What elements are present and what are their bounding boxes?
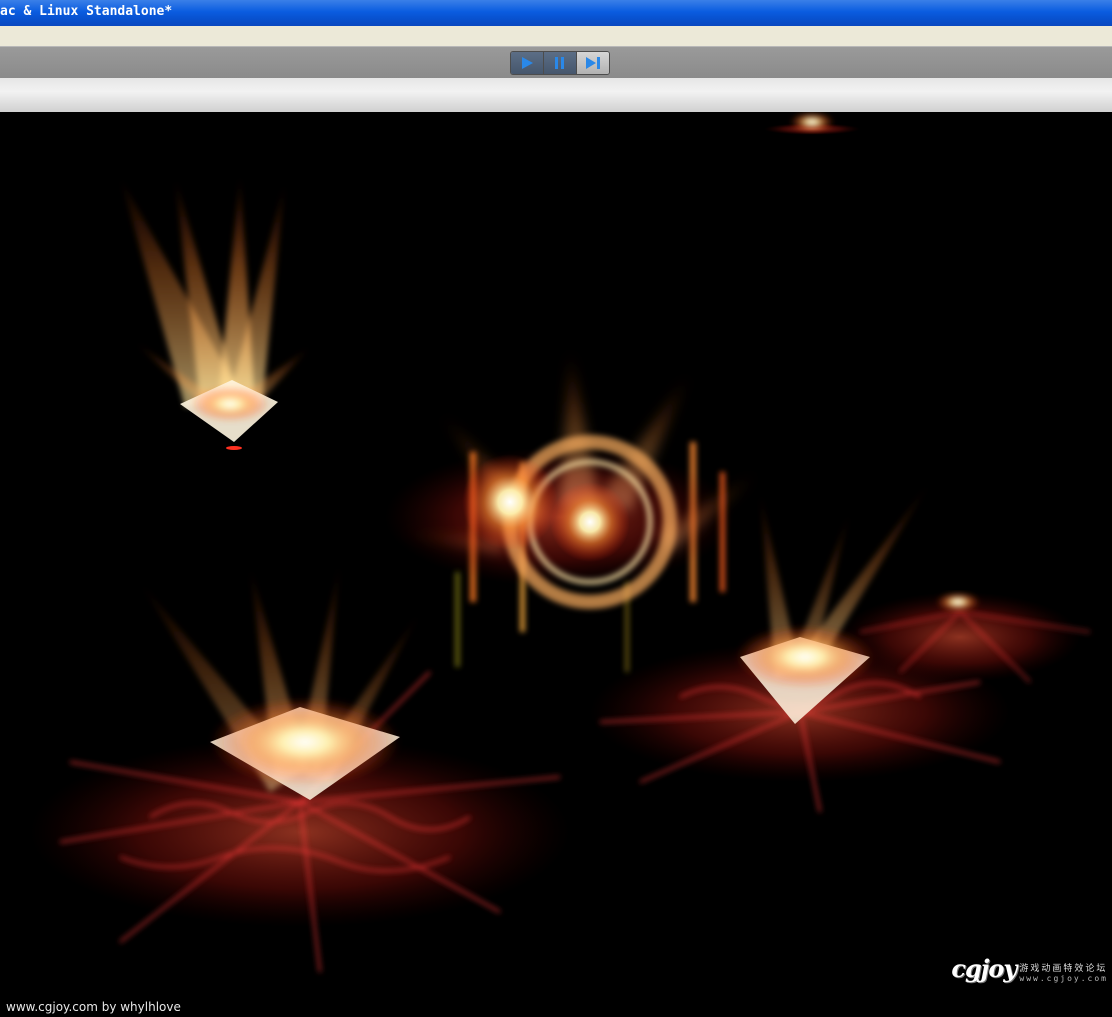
window-titlebar[interactable]: ac & Linux Standalone* <box>0 0 1112 26</box>
ground-burst-left <box>30 562 570 973</box>
cgjoy-logo-mark: cgjoy <box>951 954 1017 983</box>
credit-watermark: www.cgjoy.com by whylhlove <box>6 1000 181 1014</box>
toolbar <box>0 46 1112 80</box>
window-title: ac & Linux Standalone* <box>0 4 173 19</box>
central-ring-burst <box>385 347 760 672</box>
step-forward-icon <box>586 57 600 69</box>
step-button[interactable] <box>576 52 609 74</box>
logo-subtitle: 游戏动画特效论坛 <box>1019 964 1108 974</box>
game-view-header <box>0 78 1112 113</box>
small-burst-top <box>764 112 860 135</box>
cgjoy-logo: cgjoy 游戏动画特效论坛 www.cgjoy.com <box>951 954 1108 983</box>
game-viewport[interactable]: cgjoy 游戏动画特效论坛 www.cgjoy.com www.cgjoy.c… <box>0 112 1112 1017</box>
logo-url: www.cgjoy.com <box>1019 974 1108 983</box>
effects-scene <box>30 112 1091 973</box>
pause-button[interactable] <box>543 52 576 74</box>
falling-cone-effect <box>120 174 310 450</box>
ground-burst-far-right <box>840 592 1091 683</box>
play-icon <box>522 57 533 69</box>
pause-icon <box>555 57 564 69</box>
play-button[interactable] <box>511 52 543 74</box>
playback-controls <box>510 51 610 75</box>
menu-bar <box>0 26 1112 47</box>
